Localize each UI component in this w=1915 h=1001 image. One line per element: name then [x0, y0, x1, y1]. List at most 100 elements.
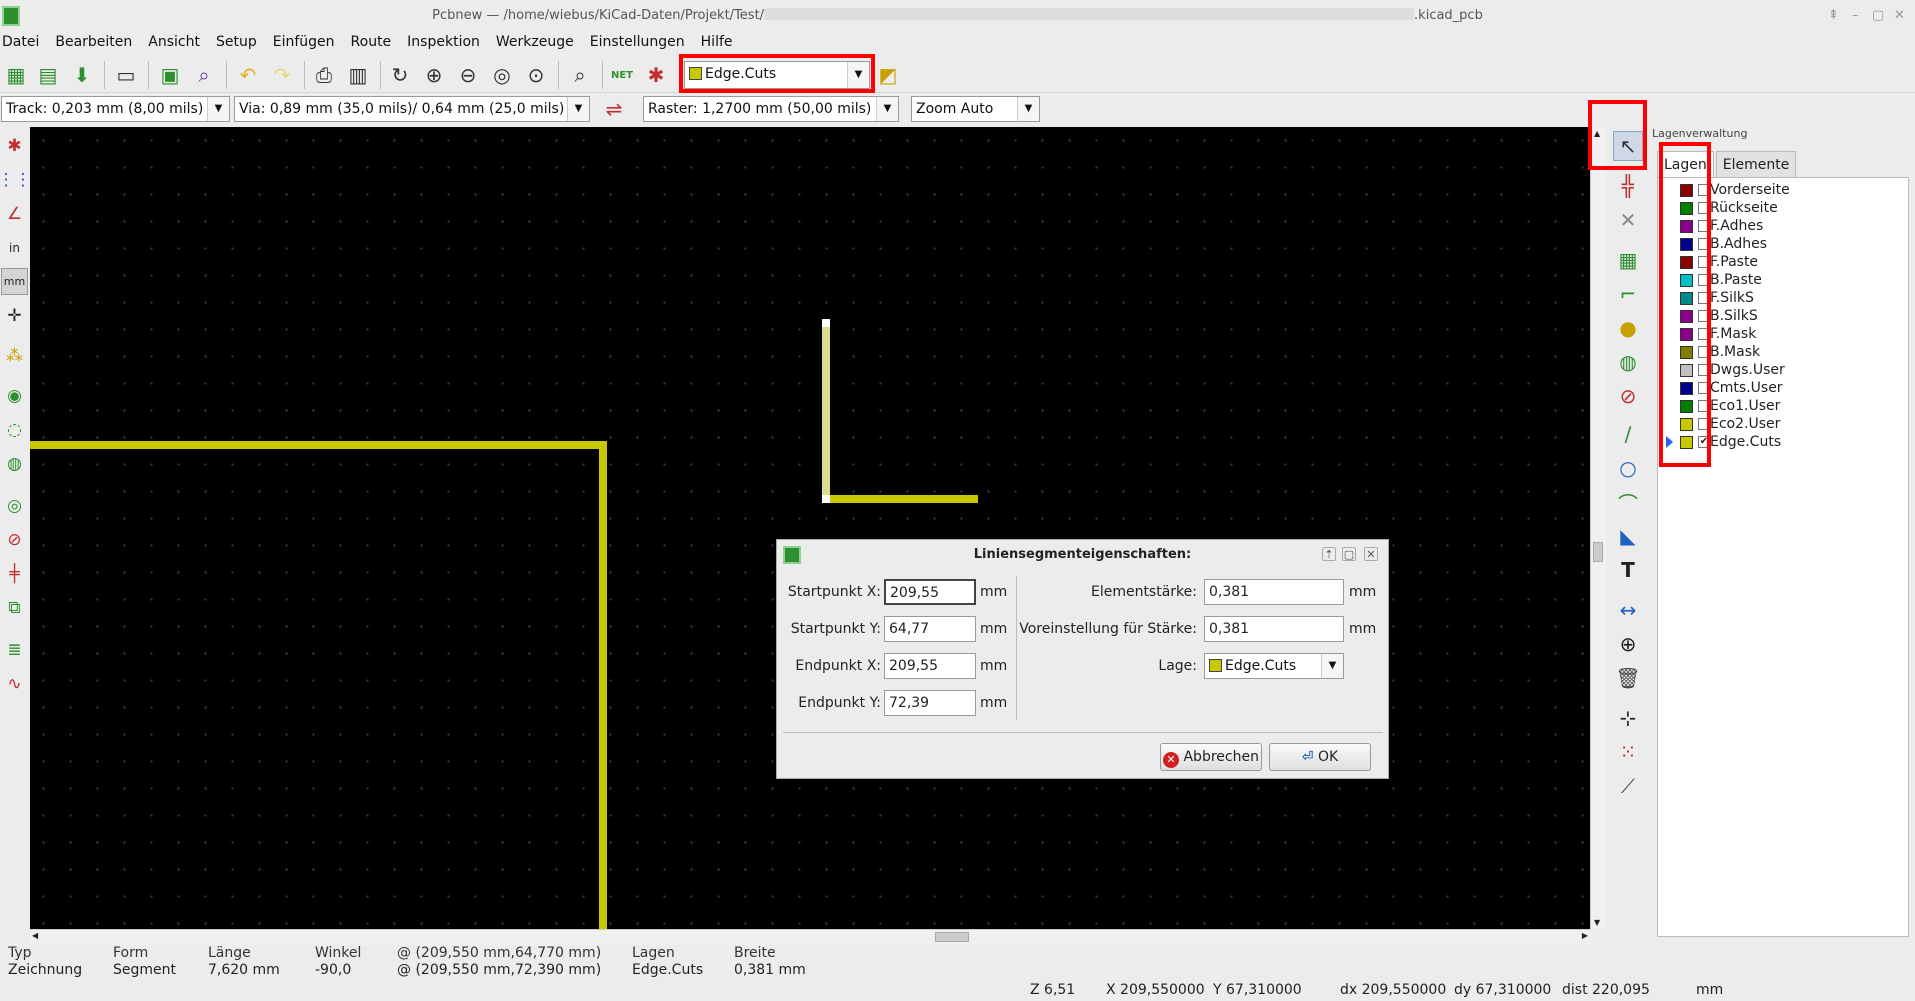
menu-ansicht[interactable]: Ansicht — [148, 32, 200, 54]
layer-row[interactable]: B.Paste — [1658, 271, 1898, 289]
layer-visibility-checkbox[interactable] — [1698, 382, 1710, 394]
route-track-icon[interactable]: ⌐ — [1613, 279, 1643, 309]
layer-visibility-checkbox[interactable] — [1698, 400, 1710, 412]
dialog-shade-button[interactable]: ⇡ — [1322, 547, 1336, 561]
new-board-icon[interactable]: ▦ — [2, 61, 30, 89]
layer-color-swatch[interactable] — [1680, 382, 1693, 395]
open-board-icon[interactable]: ▤ — [34, 61, 62, 89]
layer-visibility-checkbox[interactable] — [1698, 238, 1710, 250]
track-sketch-icon[interactable]: ╪ — [1, 560, 28, 587]
menu-datei[interactable]: Datei — [2, 32, 39, 54]
layer-visibility-checkbox[interactable] — [1698, 292, 1710, 304]
netlist-icon[interactable]: NET — [608, 61, 636, 89]
layer-visibility-checkbox[interactable] — [1698, 184, 1710, 196]
layer-row[interactable]: Eco1.User — [1658, 397, 1898, 415]
layer-row[interactable]: F.SilkS — [1658, 289, 1898, 307]
zone-fill-icon[interactable]: ◉ — [1, 382, 28, 409]
layer-visibility-checkbox[interactable] — [1698, 220, 1710, 232]
layer-color-swatch[interactable] — [1680, 274, 1693, 287]
horizontal-scroll-thumb[interactable] — [935, 932, 969, 942]
cursor-shape-icon[interactable]: ✛ — [1, 302, 28, 329]
high-contrast-icon[interactable]: ⧉ — [1, 594, 28, 621]
layer-row[interactable]: Cmts.User — [1658, 379, 1898, 397]
scroll-up-icon[interactable]: ▲ — [1594, 129, 1600, 138]
undo-icon[interactable]: ↶ — [234, 61, 262, 89]
zoom-in-icon[interactable]: ⊕ — [420, 61, 448, 89]
zone-outline-icon[interactable]: ◌ — [1, 416, 28, 443]
horizontal-scrollbar[interactable]: ◀ ▶ — [30, 929, 1590, 945]
menu-einstellungen[interactable]: Einstellungen — [590, 32, 685, 54]
keepout-area-icon[interactable]: ⊘ — [1613, 381, 1643, 411]
window-pin-icon[interactable]: ⇞ — [1828, 0, 1839, 32]
layer-row[interactable]: B.Adhes — [1658, 235, 1898, 253]
plot-icon[interactable]: ▥ — [344, 61, 372, 89]
layer-pair-icon[interactable]: ◩ — [874, 61, 902, 89]
zoom-fit-icon[interactable]: ◎ — [488, 61, 516, 89]
layer-visibility-checkbox[interactable] — [1698, 418, 1710, 430]
menu-route[interactable]: Route — [351, 32, 392, 54]
add-target-icon[interactable]: ⊕ — [1613, 629, 1643, 659]
layer-color-swatch[interactable] — [1680, 364, 1693, 377]
add-footprint-icon[interactable]: ▦ — [1613, 245, 1643, 275]
layer-visibility-checkbox[interactable] — [1698, 256, 1710, 268]
save-board-icon[interactable]: ⬇ — [68, 61, 96, 89]
layer-color-swatch[interactable] — [1680, 238, 1693, 251]
pad-sketch-icon[interactable]: ◎ — [1, 492, 28, 519]
zoom-out-icon[interactable]: ⊖ — [454, 61, 482, 89]
scroll-left-icon[interactable]: ◀ — [32, 931, 38, 940]
width-input[interactable]: 0,381 — [1204, 579, 1344, 605]
layer-visibility-checkbox[interactable] — [1698, 364, 1710, 376]
layer-row[interactable]: Dwgs.User — [1658, 361, 1898, 379]
layer-color-swatch[interactable] — [1680, 418, 1693, 431]
drc-off-icon[interactable]: ✱ — [1, 132, 28, 159]
pcb-canvas[interactable] — [30, 127, 1590, 929]
find-icon[interactable]: ⌕ — [566, 61, 594, 89]
menu-setup[interactable]: Setup — [216, 32, 257, 54]
layer-row[interactable]: B.SilkS — [1658, 307, 1898, 325]
draw-line-icon[interactable]: ∕ — [1613, 419, 1643, 449]
layers-manager-icon[interactable]: ≣ — [1, 636, 28, 663]
dialog-maximize-button[interactable]: ▢ — [1342, 547, 1356, 561]
menu-inspektion[interactable]: Inspektion — [407, 32, 480, 54]
add-via-icon[interactable]: ● — [1613, 313, 1643, 343]
tab-lagen[interactable]: Lagen — [1657, 151, 1714, 177]
window-minimize-button[interactable]: – — [1852, 0, 1859, 32]
end-x-input[interactable]: 209,55 — [884, 653, 976, 679]
redo-icon[interactable]: ↷ — [268, 61, 296, 89]
window-maximize-button[interactable]: ▢ — [1872, 0, 1884, 32]
start-y-input[interactable]: 64,77 — [884, 616, 976, 642]
layer-visibility-checkbox[interactable] — [1698, 310, 1710, 322]
draw-circle-icon[interactable]: ○ — [1613, 453, 1643, 483]
measure-tool-icon[interactable]: ⟋ — [1613, 771, 1643, 801]
layer-color-swatch[interactable] — [1680, 346, 1693, 359]
vertical-scroll-thumb[interactable] — [1593, 542, 1603, 562]
delete-icon[interactable]: 🗑 — [1613, 663, 1643, 693]
dialog-close-button[interactable]: ✕ — [1364, 547, 1378, 561]
menu-werkzeuge[interactable]: Werkzeuge — [496, 32, 574, 54]
auto-track-width-icon[interactable]: ⇌ — [600, 95, 628, 123]
layer-row[interactable]: Rückseite — [1658, 199, 1898, 217]
page-settings-icon[interactable]: ▭ — [112, 61, 140, 89]
tab-elemente[interactable]: Elemente — [1715, 151, 1797, 177]
select-arrow-icon[interactable]: ↖ — [1613, 131, 1643, 161]
layer-select[interactable]: Edge.Cuts ▼ — [1204, 653, 1344, 679]
grid-toggle-icon[interactable]: ⋮⋮ — [0, 166, 32, 193]
add-text-icon[interactable]: T — [1613, 555, 1643, 585]
redraw-icon[interactable]: ↻ — [386, 61, 414, 89]
track-width-select[interactable]: Track: 0,203 mm (8,00 mils) * ▼ — [1, 96, 230, 122]
menu-einfuegen[interactable]: Einfügen — [273, 32, 335, 54]
end-y-input[interactable]: 72,39 — [884, 690, 976, 716]
layer-visibility-checkbox[interactable] — [1698, 328, 1710, 340]
layer-row[interactable]: ✔ Edge.Cuts — [1658, 433, 1898, 451]
cancel-button[interactable]: ✕ Abbrechen — [1160, 743, 1262, 771]
draw-polygon-icon[interactable]: ◣ — [1613, 521, 1643, 551]
scroll-right-icon[interactable]: ▶ — [1582, 931, 1588, 940]
layer-visibility-checkbox[interactable] — [1698, 346, 1710, 358]
layer-visibility-checkbox[interactable]: ✔ — [1698, 436, 1710, 448]
highlight-net-icon[interactable]: ╬ — [1613, 171, 1643, 201]
layer-row[interactable]: F.Paste — [1658, 253, 1898, 271]
layer-row[interactable]: B.Mask — [1658, 343, 1898, 361]
microwave-tools-icon[interactable]: ∿ — [1, 670, 28, 697]
layer-row[interactable]: F.Mask — [1658, 325, 1898, 343]
via-sketch-icon[interactable]: ⊘ — [1, 526, 28, 553]
